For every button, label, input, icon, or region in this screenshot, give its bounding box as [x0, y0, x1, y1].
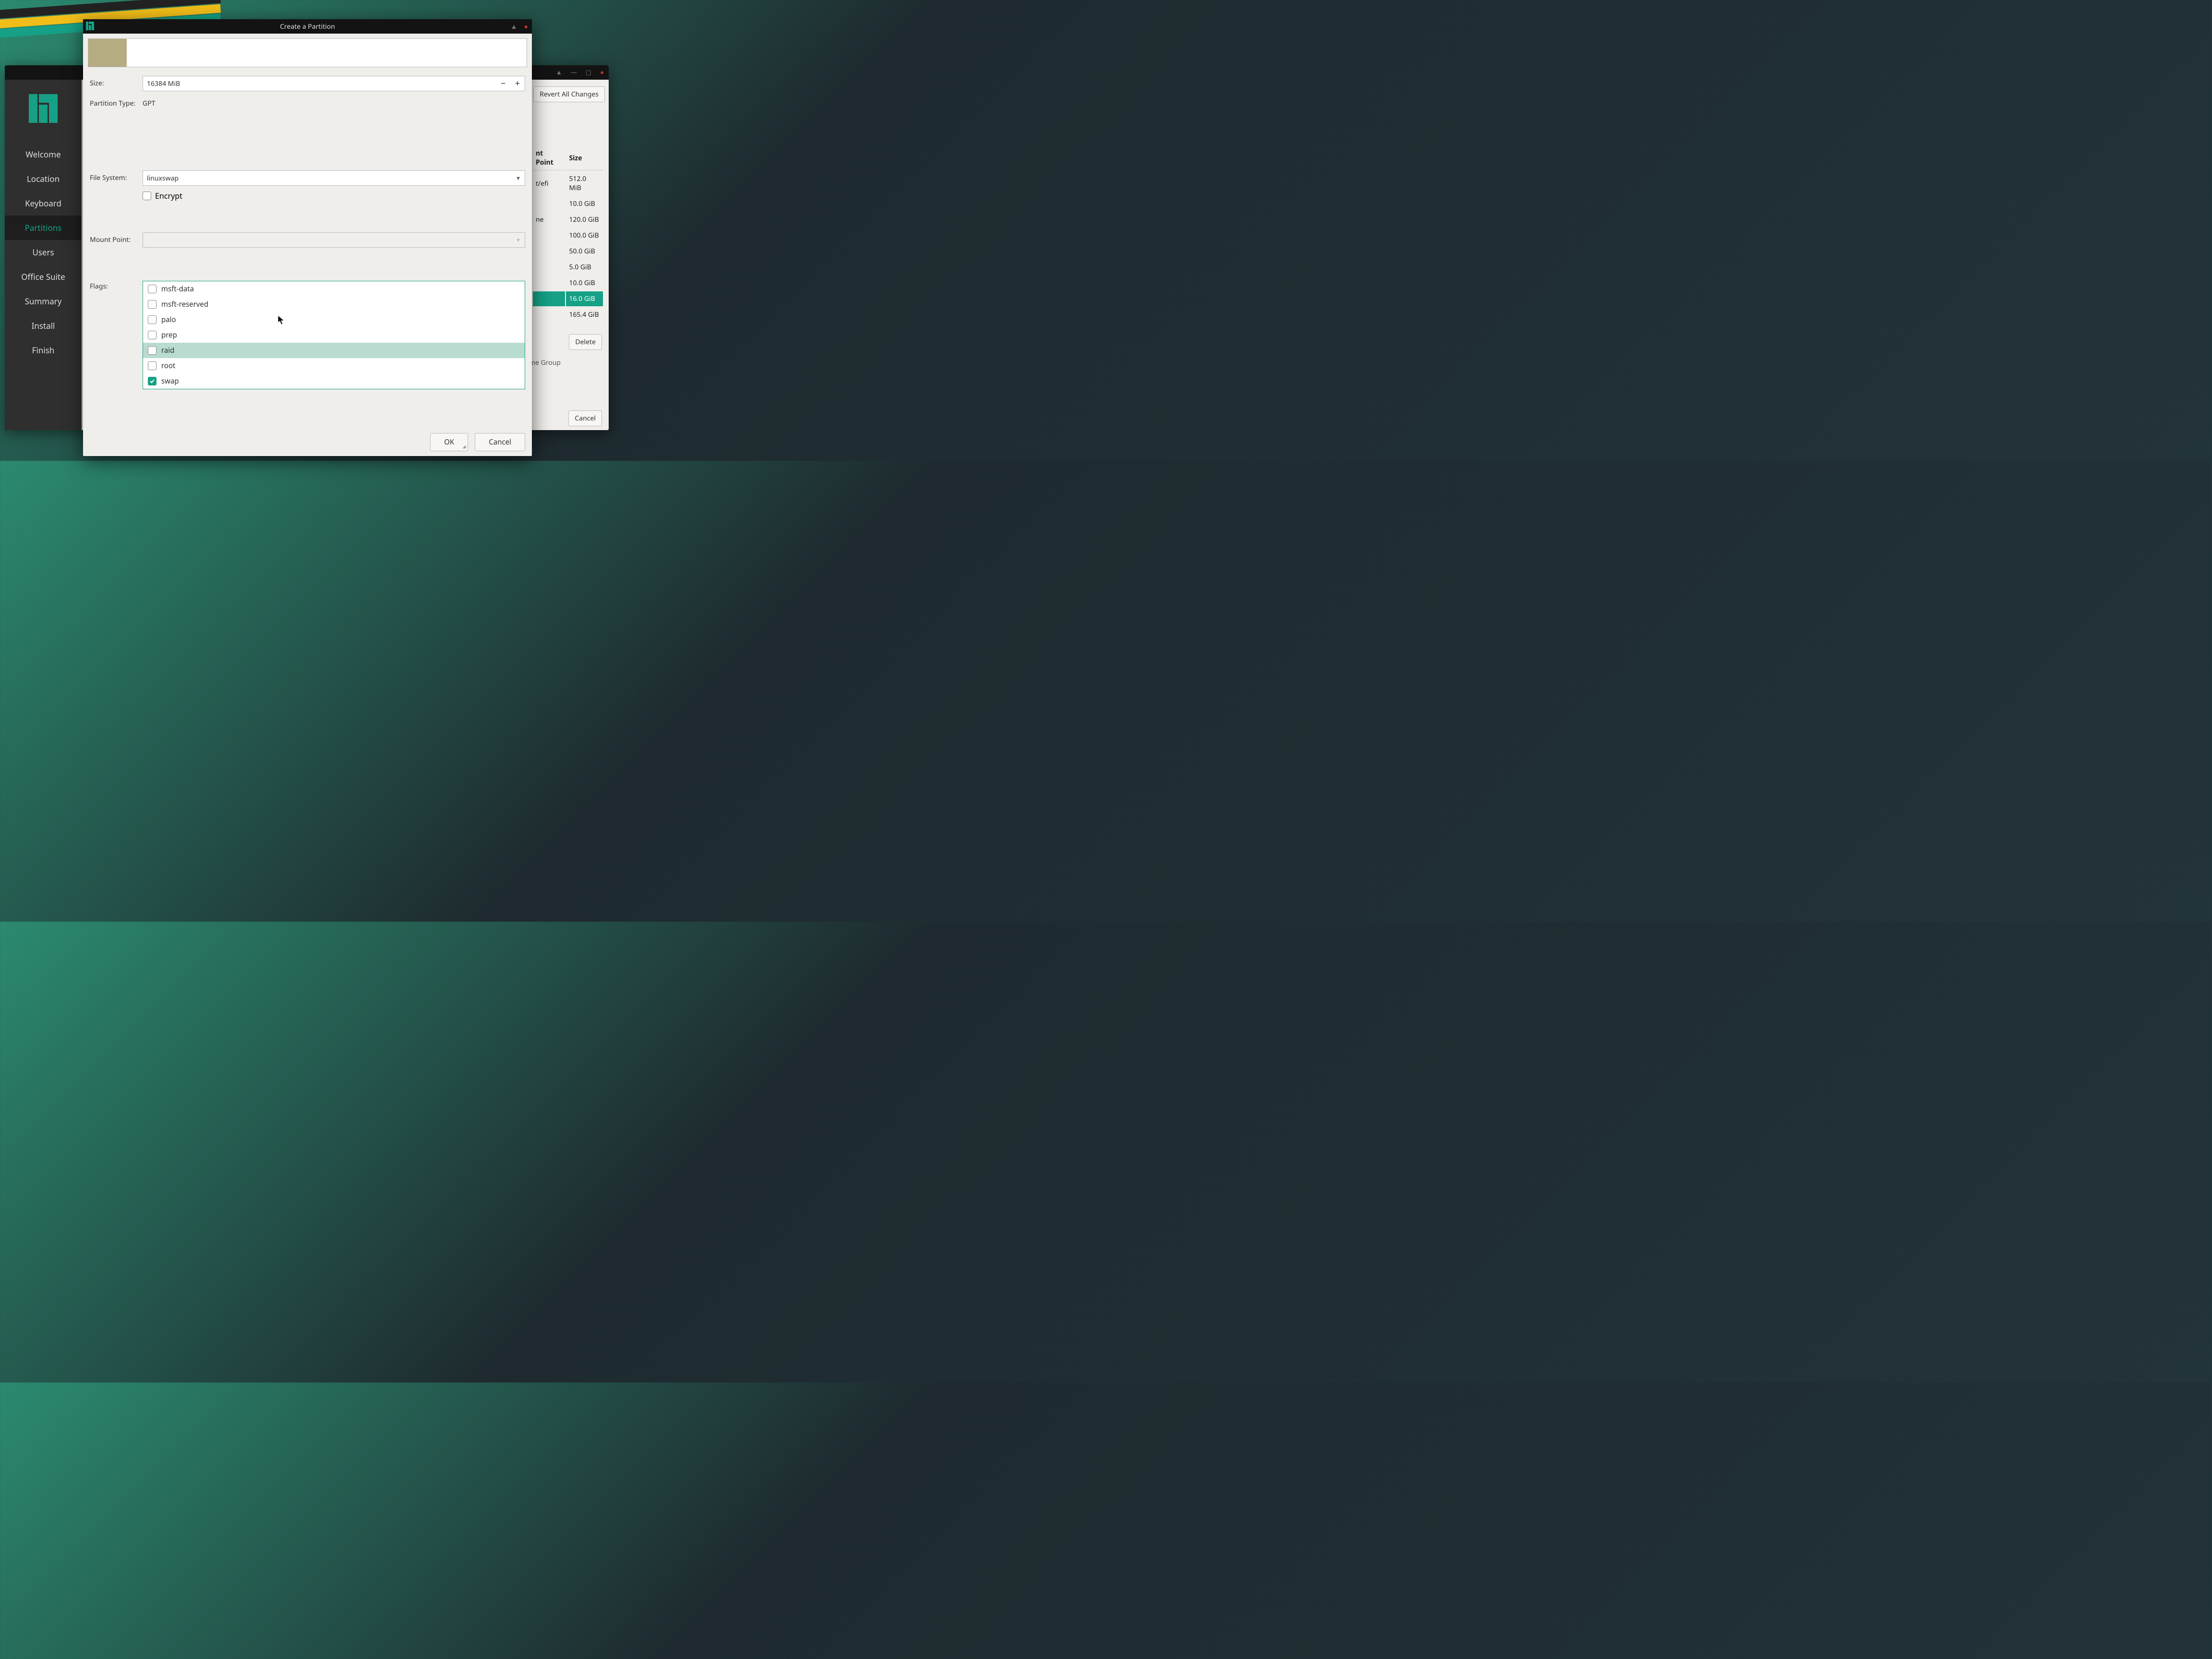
table-header: Size — [566, 146, 603, 170]
table-row[interactable]: 100.0 GiB — [533, 228, 603, 243]
filesystem-value: linuxswap — [147, 174, 179, 183]
flag-prep[interactable]: prep — [143, 327, 525, 343]
flag-checkbox[interactable] — [148, 285, 156, 293]
sidebar-item-welcome[interactable]: Welcome — [5, 142, 82, 167]
encrypt-checkbox[interactable] — [143, 192, 151, 200]
sidebar-item-install[interactable]: Install — [5, 313, 82, 338]
create-partition-dialog: Create a Partition ▲ ● Size: 16384 MiB −… — [83, 19, 532, 456]
size-value[interactable]: 16384 MiB — [143, 79, 496, 88]
rollup-icon[interactable]: ▲ — [511, 22, 517, 31]
flag-swap[interactable]: swap — [143, 373, 525, 389]
close-icon[interactable]: ● — [600, 68, 604, 76]
revert-all-button[interactable]: Revert All Changes — [533, 86, 605, 102]
cancel-button[interactable]: Cancel — [475, 433, 525, 451]
flag-label: prep — [161, 330, 177, 340]
mount-point-label: Mount Point: — [90, 232, 143, 244]
manjaro-logo-icon — [86, 22, 95, 30]
flag-checkbox[interactable] — [148, 377, 156, 385]
flag-checkbox[interactable] — [148, 346, 156, 355]
size-spinbox[interactable]: 16384 MiB − + — [143, 76, 525, 91]
table-row[interactable]: 50.0 GiB — [533, 244, 603, 259]
sidebar-item-office-suite[interactable]: Office Suite — [5, 264, 82, 289]
flag-label: swap — [161, 376, 179, 386]
flag-label: raid — [161, 346, 174, 355]
sidebar-item-keyboard[interactable]: Keyboard — [5, 191, 82, 216]
mount-point-combo[interactable]: ▼ — [143, 232, 525, 248]
flag-label: msft-data — [161, 284, 194, 294]
chevron-down-icon: ▼ — [516, 237, 521, 244]
encrypt-label: Encrypt — [155, 191, 182, 201]
table-header: nt Point — [533, 146, 565, 170]
chevron-down-icon: ▼ — [516, 175, 521, 182]
flag-label: palo — [161, 315, 176, 325]
flag-label: msft-reserved — [161, 300, 208, 309]
partition-type-value: GPT — [143, 96, 525, 108]
table-row[interactable]: 5.0 GiB — [533, 260, 603, 275]
flags-label: Flags: — [90, 279, 143, 291]
partition-type-label: Partition Type: — [90, 96, 143, 108]
flag-root[interactable]: root — [143, 358, 525, 373]
table-row[interactable]: 10.0 GiB — [533, 276, 603, 290]
table-row[interactable]: t/efi512.0 MiB — [533, 171, 603, 195]
sidebar-item-location[interactable]: Location — [5, 167, 82, 191]
ok-button[interactable]: OK◢ — [430, 433, 468, 451]
sidebar-item-finish[interactable]: Finish — [5, 338, 82, 362]
minimize-icon[interactable]: — — [571, 68, 577, 76]
flag-checkbox[interactable] — [148, 331, 156, 339]
sidebar-item-partitions[interactable]: Partitions — [5, 216, 82, 240]
table-row[interactable]: 165.4 GiB — [533, 307, 603, 322]
table-row[interactable]: 16.0 GiB — [533, 291, 603, 306]
dialog-title: Create a Partition — [280, 22, 335, 31]
delete-button[interactable]: Delete — [569, 334, 602, 350]
bg-cancel-button[interactable]: Cancel — [568, 410, 602, 426]
flag-checkbox[interactable] — [148, 315, 156, 324]
maximize-icon[interactable]: ▢ — [586, 68, 591, 76]
manjaro-logo-icon — [29, 94, 58, 123]
flag-palo[interactable]: palo — [143, 312, 525, 327]
flag-checkbox[interactable] — [148, 361, 156, 370]
filesystem-combo[interactable]: linuxswap ▼ — [143, 170, 525, 186]
filesystem-label: File System: — [90, 170, 143, 182]
dialog-titlebar[interactable]: Create a Partition ▲ ● — [83, 19, 532, 34]
resize-grip-icon: ◢ — [462, 443, 466, 449]
flag-msft-data[interactable]: msft-data — [143, 281, 525, 297]
spin-up-icon[interactable]: + — [510, 78, 525, 89]
partition-preview — [88, 38, 527, 67]
rollup-icon[interactable]: ▲ — [556, 68, 562, 76]
partition-swatch — [88, 39, 127, 67]
close-icon[interactable]: ● — [524, 22, 528, 31]
spin-down-icon[interactable]: − — [496, 78, 510, 89]
table-row[interactable]: 10.0 GiB — [533, 196, 603, 211]
sidebar-item-users[interactable]: Users — [5, 240, 82, 264]
flag-raid[interactable]: raid — [143, 343, 525, 358]
partition-table: nt Point Size t/efi512.0 MiB10.0 GiBne12… — [532, 145, 604, 323]
installer-sidebar: WelcomeLocationKeyboardPartitionsUsersOf… — [5, 80, 82, 430]
flags-list: msft-data msft-reserved palo prep raid root sw… — [143, 281, 525, 389]
table-row[interactable]: ne120.0 GiB — [533, 212, 603, 227]
flag-checkbox[interactable] — [148, 300, 156, 309]
sidebar-item-summary[interactable]: Summary — [5, 289, 82, 313]
flag-label: root — [161, 361, 175, 371]
size-label: Size: — [90, 76, 143, 88]
flag-msft-reserved[interactable]: msft-reserved — [143, 297, 525, 312]
